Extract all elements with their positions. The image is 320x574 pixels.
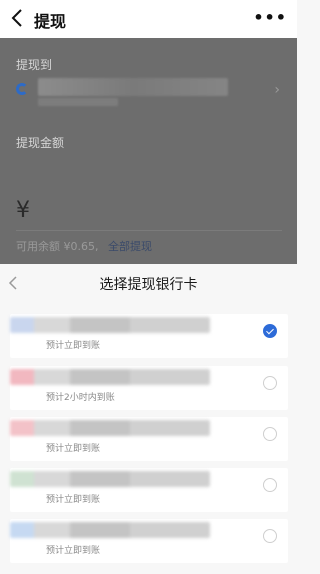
bank-card-name-redacted (10, 369, 210, 385)
arrival-time-text: 预计立即到账 (46, 444, 101, 454)
radio-unchecked-icon[interactable] (263, 376, 277, 390)
arrival-time-text: 预计立即到账 (46, 495, 101, 505)
withdraw-form-dimmed: 提现到 › 提现金额 ¥ 可用余额 ¥0.65, 全部提现 (0, 38, 297, 264)
top-nav-bar: 提现 ••• (0, 0, 297, 38)
amount-divider (16, 230, 282, 231)
withdraw-all-link[interactable]: 全部提现 (108, 238, 152, 254)
bank-card-name-redacted (10, 317, 210, 333)
radio-unchecked-icon[interactable] (263, 427, 277, 441)
bank-detail-redacted (38, 98, 118, 106)
withdraw-to-label: 提现到 (16, 58, 53, 72)
bank-card-option[interactable]: 预计立即到账 (10, 519, 288, 563)
bank-card-option[interactable]: 预计2小时内到账 (10, 366, 288, 410)
arrival-time-text: 预计立即到账 (46, 341, 101, 351)
available-balance-text: 可用余额 ¥0.65, (16, 240, 99, 253)
page-title: 提现 (34, 12, 67, 31)
arrival-time-text: 预计2小时内到账 (46, 393, 115, 403)
radio-unchecked-icon[interactable] (263, 478, 277, 492)
sheet-title: 选择提现银行卡 (99, 277, 198, 293)
sheet-header: 选择提现银行卡 (0, 264, 297, 304)
currency-symbol: ¥ (16, 198, 30, 223)
bank-card-name-redacted (10, 471, 210, 487)
chevron-right-icon: › (274, 82, 280, 98)
bank-card-option[interactable]: 预计立即到账 (10, 468, 288, 512)
bank-name-redacted (38, 78, 228, 96)
withdraw-amount-label: 提现金额 (16, 136, 65, 150)
bank-card-select-sheet: 选择提现银行卡 预计立即到账 预计2小时内到账 预计立即到账 预计立即到账 预计立即到账 (0, 264, 297, 574)
radio-unchecked-icon[interactable] (263, 529, 277, 543)
arrival-time-text: 预计立即到账 (46, 546, 101, 556)
bank-card-option[interactable]: 预计立即到账 (10, 417, 288, 461)
radio-checked-icon[interactable] (263, 324, 277, 338)
back-arrow-icon[interactable] (6, 6, 30, 30)
more-options-icon[interactable]: ••• (253, 8, 287, 27)
bank-card-option[interactable]: 预计立即到账 (10, 314, 288, 358)
selected-bank-row[interactable]: › (16, 78, 282, 108)
bank-card-name-redacted (10, 522, 210, 538)
bank-logo-icon (16, 83, 28, 95)
bank-card-name-redacted (10, 420, 210, 436)
